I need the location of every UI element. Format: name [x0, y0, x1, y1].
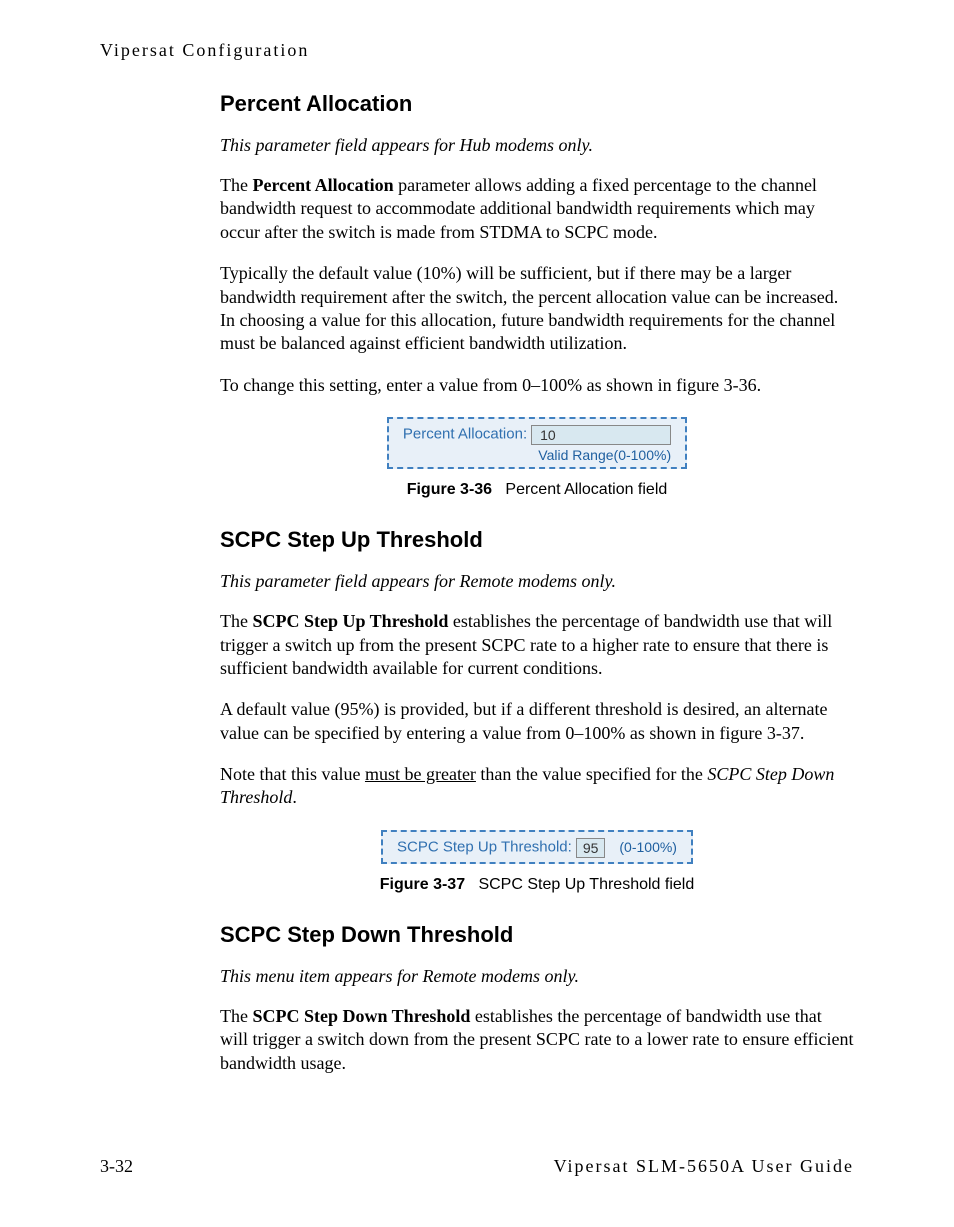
figure-caption-3-37: Figure 3-37 SCPC Step Up Threshold field	[220, 876, 854, 894]
page-header: Vipersat Configuration	[100, 40, 854, 61]
bold-term: SCPC Step Down Threshold	[252, 1006, 470, 1026]
text: than the value specified for the	[476, 764, 707, 784]
para-step-up-1: The SCPC Step Up Threshold establishes t…	[220, 610, 854, 680]
para-step-up-2: A default value (95%) is provided, but i…	[220, 698, 854, 745]
text: .	[292, 787, 297, 807]
note-percent-allocation: This parameter field appears for Hub mod…	[220, 135, 854, 156]
figure-box: SCPC Step Up Threshold: 95 (0-100%)	[381, 830, 693, 864]
section-title-step-up: SCPC Step Up Threshold	[220, 527, 854, 553]
note-step-up: This parameter field appears for Remote …	[220, 571, 854, 592]
figure-number: Figure 3-37	[380, 876, 465, 893]
text: The	[220, 1006, 252, 1026]
para-step-down-1: The SCPC Step Down Threshold establishes…	[220, 1005, 854, 1075]
figure-caption-text: Percent Allocation field	[505, 481, 667, 498]
figure-3-36: Percent Allocation: 10 Valid Range(0-100…	[220, 417, 854, 469]
note-text: This parameter field appears for Hub mod…	[220, 135, 593, 155]
note-text: This parameter field appears for Remote …	[220, 571, 616, 591]
figure-caption-text: SCPC Step Up Threshold field	[478, 876, 694, 893]
bold-term: SCPC Step Up Threshold	[252, 611, 448, 631]
figure-box: Percent Allocation: 10 Valid Range(0-100…	[387, 417, 687, 469]
figure-number: Figure 3-36	[407, 481, 492, 498]
para-percent-allocation-1: The Percent Allocation parameter allows …	[220, 174, 854, 244]
para-percent-allocation-3: To change this setting, enter a value fr…	[220, 374, 854, 397]
percent-allocation-input[interactable]: 10	[531, 425, 671, 445]
footer-guide-name: Vipersat SLM-5650A User Guide	[554, 1156, 854, 1177]
note-text: This menu item appears for Remote modems…	[220, 966, 579, 986]
page-footer: 3-32 Vipersat SLM-5650A User Guide	[100, 1156, 854, 1177]
bold-term: Percent Allocation	[252, 175, 393, 195]
underline-text: must be greater	[365, 764, 476, 784]
text: The	[220, 175, 252, 195]
text: The	[220, 611, 252, 631]
section-title-percent-allocation: Percent Allocation	[220, 91, 854, 117]
field-label-step-up: SCPC Step Up Threshold:	[397, 839, 572, 856]
figure-caption-3-36: Figure 3-36 Percent Allocation field	[220, 481, 854, 499]
para-step-up-3: Note that this value must be greater tha…	[220, 763, 854, 810]
text: Note that this value	[220, 764, 365, 784]
page-number: 3-32	[100, 1156, 133, 1177]
field-label-percent-allocation: Percent Allocation:	[403, 426, 527, 443]
step-up-threshold-input[interactable]: 95	[576, 838, 606, 858]
field-hint: Valid Range(0-100%)	[403, 447, 671, 463]
page-content: Percent Allocation This parameter field …	[220, 91, 854, 1075]
section-title-step-down: SCPC Step Down Threshold	[220, 922, 854, 948]
field-hint: (0-100%)	[619, 839, 677, 855]
para-percent-allocation-2: Typically the default value (10%) will b…	[220, 262, 854, 356]
figure-3-37: SCPC Step Up Threshold: 95 (0-100%)	[220, 830, 854, 864]
note-step-down: This menu item appears for Remote modems…	[220, 966, 854, 987]
